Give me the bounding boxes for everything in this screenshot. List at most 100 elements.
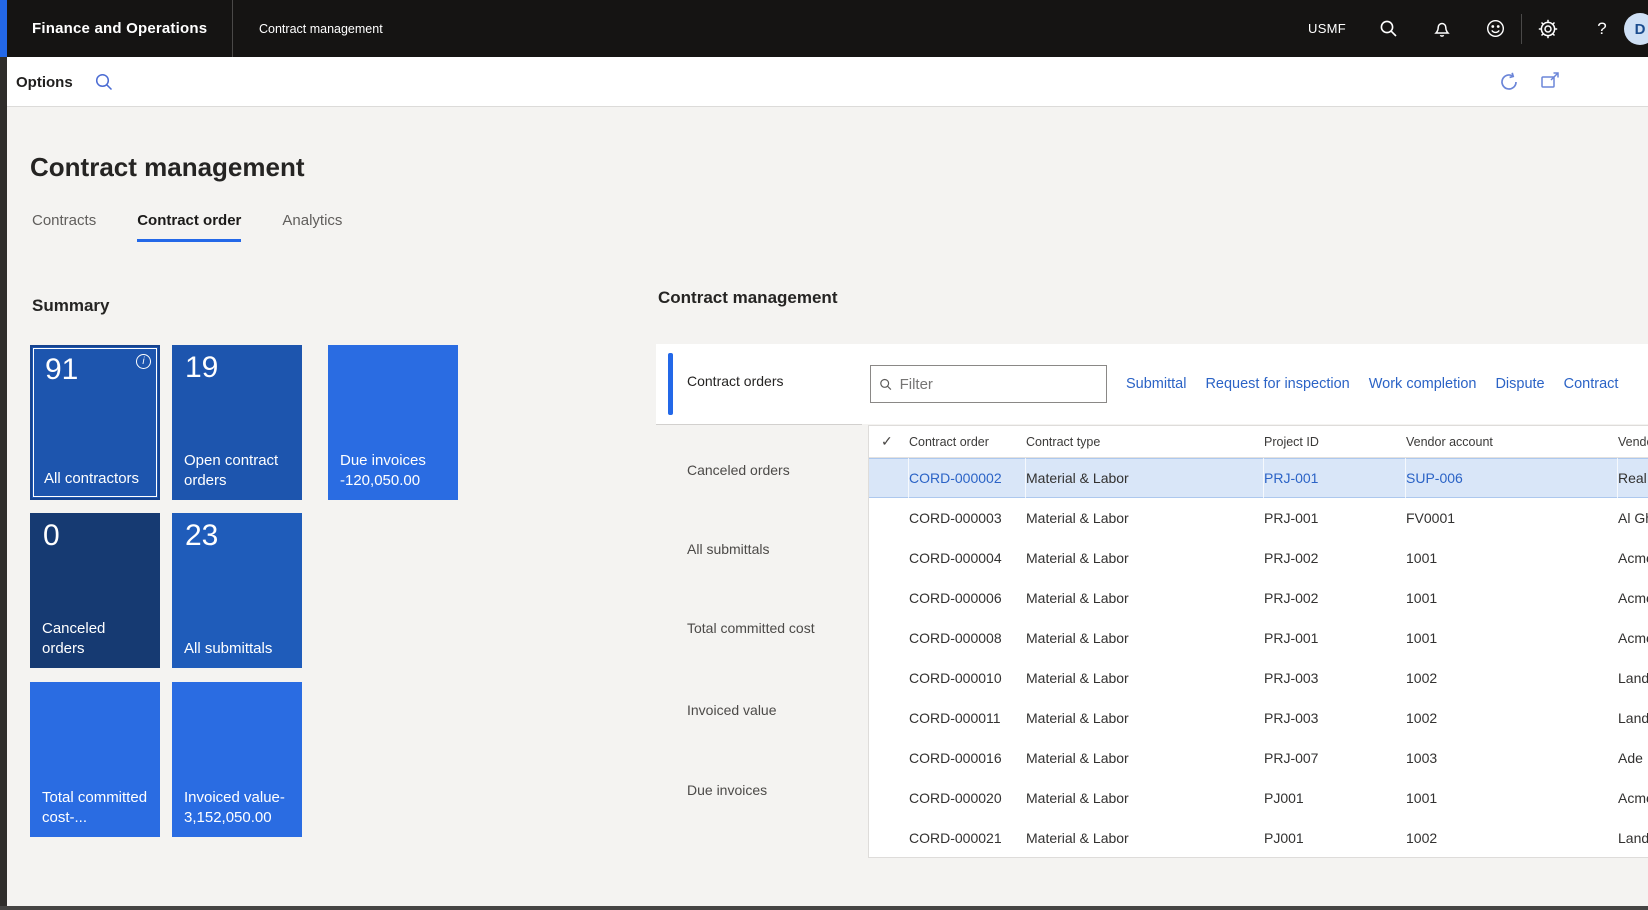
contract-order-cell[interactable]: CORD-000010 xyxy=(909,670,1026,686)
project-id-cell[interactable]: PRJ-007 xyxy=(1264,750,1406,766)
project-id-cell[interactable]: PRJ-002 xyxy=(1264,550,1406,566)
table-row[interactable]: CORD-000021Material & LaborPJ0011002Land xyxy=(869,818,1648,858)
vendor-account-cell[interactable]: 1001 xyxy=(1406,590,1618,606)
user-avatar[interactable]: D xyxy=(1624,13,1648,45)
table-row[interactable]: CORD-000008Material & LaborPRJ-0011001Ac… xyxy=(869,618,1648,658)
refresh-icon[interactable] xyxy=(1498,71,1520,98)
contract-type-cell: Material & Labor xyxy=(1026,550,1264,566)
tab-analytics[interactable]: Analytics xyxy=(282,212,342,242)
contract-order-cell[interactable]: CORD-000011 xyxy=(909,710,1026,726)
table-row[interactable]: CORD-000011Material & LaborPRJ-0031002La… xyxy=(869,698,1648,738)
summary-tiles: 91iAll contractors19Open contract orders… xyxy=(30,345,500,840)
vendor-account-cell[interactable]: 1001 xyxy=(1406,550,1618,566)
column-header-project-id[interactable]: Project ID xyxy=(1264,435,1406,449)
contract-order-cell[interactable]: CORD-000003 xyxy=(909,510,1026,526)
vendor-account-cell[interactable]: 1002 xyxy=(1406,710,1618,726)
sidebar-item-total-committed-cost[interactable]: Total committed cost xyxy=(687,620,815,636)
contract-order-cell[interactable]: CORD-000008 xyxy=(909,630,1026,646)
settings-gear-icon[interactable] xyxy=(1534,0,1562,57)
grid-header-row: ✓ Contract orderContract typeProject IDV… xyxy=(869,426,1648,458)
action-link-submittal[interactable]: Submittal xyxy=(1126,376,1186,392)
feedback-smiley-icon[interactable] xyxy=(1481,0,1509,57)
vendor-account-cell[interactable]: 1001 xyxy=(1406,630,1618,646)
panel-heading: Contract management xyxy=(658,288,837,308)
project-id-cell[interactable]: PRJ-002 xyxy=(1264,590,1406,606)
finance-operations-app: { "topbar": { "app_name": "Finance and O… xyxy=(0,0,1648,910)
tile-value: 91 xyxy=(45,353,78,387)
project-id-cell[interactable]: PJ001 xyxy=(1264,790,1406,806)
page-title: Contract management xyxy=(30,152,305,183)
app-title[interactable]: Finance and Operations xyxy=(32,0,207,57)
action-link-request-for-inspection[interactable]: Request for inspection xyxy=(1205,376,1349,392)
summary-tile-2[interactable]: 19Open contract orders xyxy=(172,345,302,500)
vendor-account-cell[interactable]: 1002 xyxy=(1406,670,1618,686)
column-header-vendor-account[interactable]: Vendor account xyxy=(1406,435,1618,449)
summary-tile-6[interactable]: Total committed cost-... xyxy=(30,682,160,837)
vendor-name-cell: Real xyxy=(1618,458,1648,498)
vendor-account-cell[interactable]: SUP-006 xyxy=(1406,458,1618,498)
action-link-work-completion[interactable]: Work completion xyxy=(1369,376,1477,392)
project-id-cell[interactable]: PRJ-003 xyxy=(1264,710,1406,726)
vendor-name-cell: Land xyxy=(1618,670,1648,686)
project-id-cell[interactable]: PRJ-001 xyxy=(1264,510,1406,526)
contract-order-cell[interactable]: CORD-000004 xyxy=(909,550,1026,566)
project-id-cell[interactable]: PRJ-001 xyxy=(1264,630,1406,646)
contract-type-cell: Material & Labor xyxy=(1026,510,1264,526)
table-row[interactable]: CORD-000004Material & LaborPRJ-0021001Ac… xyxy=(869,538,1648,578)
open-in-new-window-icon[interactable] xyxy=(1540,71,1561,96)
contract-order-cell[interactable]: CORD-000006 xyxy=(909,590,1026,606)
vendor-account-cell[interactable]: 1002 xyxy=(1406,830,1618,846)
filter-field[interactable] xyxy=(870,365,1107,403)
options-menu-button[interactable]: Options xyxy=(16,57,73,107)
sidebar-item-invoiced-value[interactable]: Invoiced value xyxy=(687,702,777,718)
select-all-check-icon[interactable]: ✓ xyxy=(881,433,909,450)
table-row[interactable]: CORD-000010Material & LaborPRJ-0031002La… xyxy=(869,658,1648,698)
vendor-name-cell: Acme xyxy=(1618,790,1648,806)
tile-label: All submittals xyxy=(184,639,294,660)
sidebar-item-all-submittals[interactable]: All submittals xyxy=(687,541,769,557)
vendor-account-cell[interactable]: FV0001 xyxy=(1406,510,1618,526)
project-id-cell[interactable]: PRJ-003 xyxy=(1264,670,1406,686)
action-link-contract[interactable]: Contract xyxy=(1564,376,1619,392)
summary-heading: Summary xyxy=(32,296,109,316)
project-id-cell[interactable]: PJ001 xyxy=(1264,830,1406,846)
tab-contract-order[interactable]: Contract order xyxy=(137,212,241,242)
action-link-dispute[interactable]: Dispute xyxy=(1495,376,1544,392)
sidebar-item-due-invoices[interactable]: Due invoices xyxy=(687,782,767,798)
filter-input[interactable] xyxy=(900,376,1098,393)
grid-action-links: Submittal Request for inspection Work comp… xyxy=(1126,344,1618,424)
action-pane-search-icon[interactable] xyxy=(94,72,114,97)
vendor-account-cell[interactable]: 1003 xyxy=(1406,750,1618,766)
summary-tile-4[interactable]: 0Canceled orders xyxy=(30,513,160,668)
column-header-vendor-name[interactable]: Vendor name xyxy=(1618,435,1648,449)
contract-order-cell[interactable]: CORD-000002 xyxy=(909,458,1026,498)
table-row[interactable]: CORD-000002Material & LaborPRJ-001SUP-00… xyxy=(869,458,1648,498)
summary-tile-5[interactable]: 23All submittals xyxy=(172,513,302,668)
info-icon[interactable]: i xyxy=(136,354,151,369)
accent-notch xyxy=(0,0,7,57)
sidebar-item-canceled-orders[interactable]: Canceled orders xyxy=(687,462,790,478)
table-row[interactable]: CORD-000006Material & LaborPRJ-0021001Ac… xyxy=(869,578,1648,618)
contract-order-cell[interactable]: CORD-000020 xyxy=(909,790,1026,806)
notifications-bell-icon[interactable] xyxy=(1428,0,1456,57)
summary-tile-7[interactable]: Invoiced value-3,152,050.00 xyxy=(172,682,302,837)
summary-tile-1[interactable]: 91iAll contractors xyxy=(30,345,160,500)
help-icon[interactable]: ? xyxy=(1588,0,1616,57)
column-header-contract-order[interactable]: Contract order xyxy=(909,435,1026,449)
company-picker[interactable]: USMF xyxy=(1308,0,1346,57)
summary-tile-3[interactable]: Due invoices -120,050.00 xyxy=(328,345,458,500)
table-row[interactable]: CORD-000016Material & LaborPRJ-0071003Ad… xyxy=(869,738,1648,778)
contract-order-cell[interactable]: CORD-000021 xyxy=(909,830,1026,846)
search-icon[interactable] xyxy=(1374,0,1402,57)
contract-order-cell[interactable]: CORD-000016 xyxy=(909,750,1026,766)
table-row[interactable]: CORD-000020Material & LaborPJ0011001Acme xyxy=(869,778,1648,818)
column-header-contract-type[interactable]: Contract type xyxy=(1026,435,1264,449)
project-id-cell[interactable]: PRJ-001 xyxy=(1264,458,1406,498)
tab-contracts[interactable]: Contracts xyxy=(32,212,96,242)
tile-value: 0 xyxy=(43,519,60,553)
row-select-cell[interactable] xyxy=(881,458,909,498)
sidebar-item-contract-orders[interactable]: Contract orders xyxy=(687,373,783,389)
table-row[interactable]: CORD-000003Material & LaborPRJ-001FV0001… xyxy=(869,498,1648,538)
vendor-account-cell[interactable]: 1001 xyxy=(1406,790,1618,806)
contract-type-cell: Material & Labor xyxy=(1026,750,1264,766)
